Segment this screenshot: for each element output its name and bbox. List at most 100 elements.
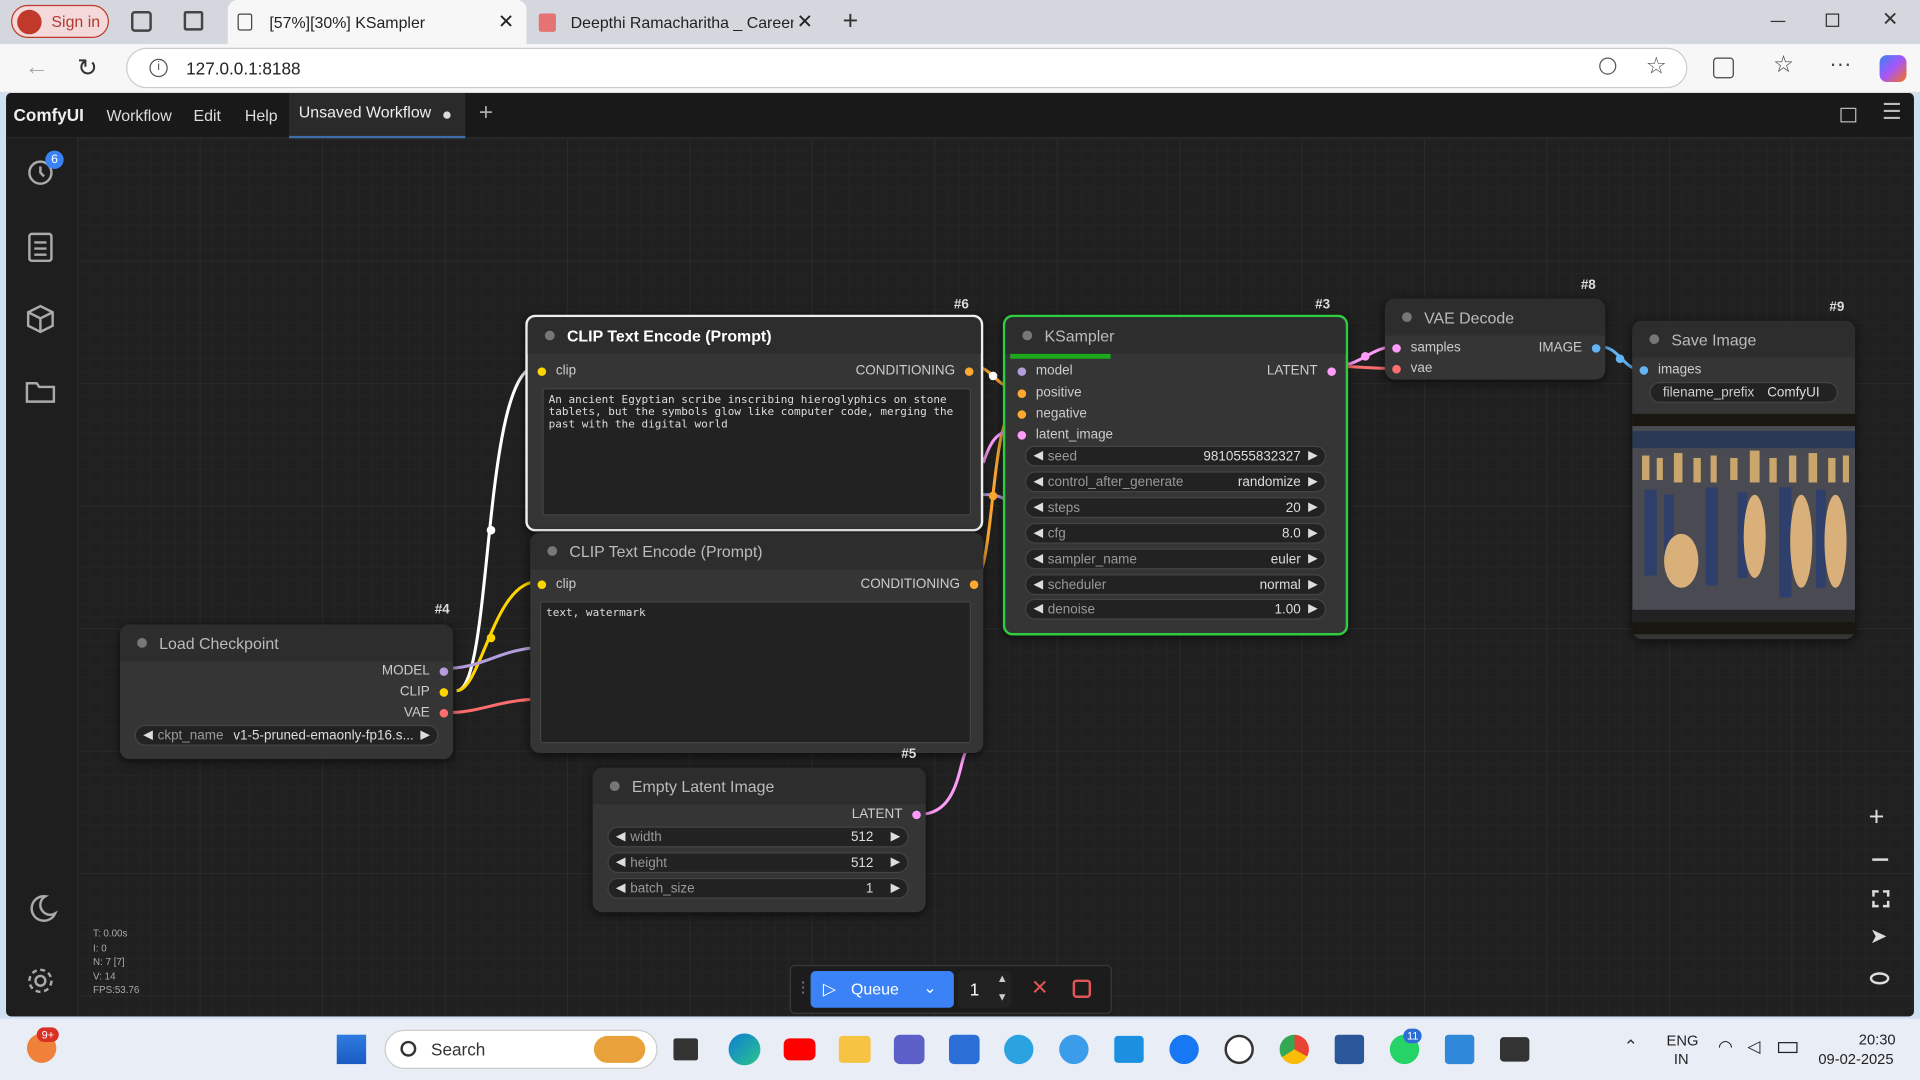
positive-input-dot[interactable] <box>1017 388 1027 398</box>
node-ksampler[interactable]: KSampler model positive negative latent_… <box>1002 314 1349 636</box>
decrement-icon[interactable]: ◀ <box>143 729 152 742</box>
toggle-links-eye-icon[interactable] <box>1869 972 1890 985</box>
decrement-icon[interactable]: ◀ <box>1033 527 1042 540</box>
menu-edit[interactable]: Edit <box>193 107 220 125</box>
collapse-dot-icon[interactable] <box>1402 312 1412 323</box>
stepper-up-icon[interactable]: ▲ <box>997 972 1008 984</box>
copilot-taskbar-icon[interactable] <box>1059 1034 1089 1065</box>
decrement-icon[interactable]: ◀ <box>616 882 625 895</box>
queue-history-icon[interactable]: 6 <box>23 150 64 191</box>
widget-batch-size[interactable]: ◀ batch_size 1 ▶ <box>607 877 909 899</box>
model-library-icon[interactable] <box>23 301 60 338</box>
search-box[interactable]: Search <box>384 1029 658 1069</box>
wifi-icon[interactable]: ◠ <box>1718 1036 1733 1057</box>
widget-cfg[interactable]: ◀ cfg 8.0 ▶ <box>1024 522 1327 544</box>
widget-ckpt-name[interactable]: ◀ ckpt_name v1-5-pruned-emaonly-fp16.s... ▶ <box>134 724 439 746</box>
favorites-icon[interactable]: ☆ <box>1773 51 1794 79</box>
queue-dropdown-icon[interactable]: ⌄ <box>923 978 936 998</box>
decrement-icon[interactable]: ◀ <box>1033 501 1042 514</box>
select-mode-icon[interactable]: ➤ <box>1870 924 1887 948</box>
decrement-icon[interactable]: ◀ <box>1033 602 1042 615</box>
latent-output-dot[interactable] <box>1327 366 1336 376</box>
tab-actions-icon[interactable] <box>183 11 204 31</box>
taskview-icon[interactable] <box>673 1038 698 1061</box>
stepper-down-icon[interactable]: ▼ <box>997 991 1008 1003</box>
node-vae-decode[interactable]: VAE Decode samples vae IMAGE <box>1384 298 1606 380</box>
close-tab-icon[interactable]: ✕ <box>498 10 514 34</box>
decrement-icon[interactable]: ◀ <box>616 856 625 869</box>
photos-icon[interactable] <box>1444 1034 1475 1065</box>
zoom-out-icon[interactable] <box>1872 858 1889 861</box>
increment-icon[interactable]: ▶ <box>1308 527 1317 540</box>
hamburger-icon[interactable]: ☰ <box>1882 99 1902 125</box>
samples-input-dot[interactable] <box>1392 343 1401 353</box>
model-output-dot[interactable] <box>439 666 449 676</box>
increment-icon[interactable]: ▶ <box>891 830 900 843</box>
workspaces-icon[interactable] <box>131 11 152 32</box>
extensions-icon[interactable] <box>1713 57 1734 79</box>
prompt-textarea[interactable]: An ancient Egyptian scribe inscribing hi… <box>542 388 972 516</box>
myhp-icon[interactable] <box>1114 1035 1144 1063</box>
tab-active[interactable]: [57%][30%] KSampler ✕ <box>227 0 527 45</box>
add-workflow-icon[interactable]: + <box>479 99 493 127</box>
tab-other[interactable]: Deepthi Ramacharitha _ Career Ap ✕ <box>534 0 823 44</box>
word-icon[interactable] <box>1334 1034 1365 1065</box>
tray-chevron-icon[interactable]: ⌃ <box>1624 1036 1638 1057</box>
negative-prompt-textarea[interactable]: text, watermark <box>540 601 972 744</box>
images-input-dot[interactable] <box>1639 365 1649 375</box>
vae-output-dot[interactable] <box>439 708 449 717</box>
theme-moon-icon[interactable] <box>23 890 60 927</box>
collapse-dot-icon[interactable] <box>1649 334 1660 345</box>
increment-icon[interactable]: ▶ <box>1308 449 1317 462</box>
favorite-star-icon[interactable]: ☆ <box>1646 53 1667 81</box>
volume-icon[interactable]: ◁ <box>1747 1036 1760 1057</box>
lang-in[interactable]: IN <box>1674 1051 1689 1068</box>
stop-icon[interactable] <box>1072 979 1092 998</box>
signin-button[interactable]: Sign in <box>11 4 109 38</box>
teams-icon[interactable] <box>893 1034 925 1065</box>
minimize-icon[interactable] <box>1770 20 1786 23</box>
widget-sampler-name[interactable]: ◀ sampler_name euler ▶ <box>1024 548 1327 570</box>
model-input-dot[interactable] <box>1017 366 1027 376</box>
increment-icon[interactable]: ▶ <box>891 882 900 895</box>
settings-gear-icon[interactable] <box>23 962 60 999</box>
decrement-icon[interactable]: ◀ <box>1033 449 1042 462</box>
widget-seed[interactable]: ◀ seed 9810555832327 ▶ <box>1024 445 1327 467</box>
menu-workflow[interactable]: Workflow <box>107 107 172 125</box>
new-tab-icon[interactable]: + <box>842 5 858 37</box>
latent-input-dot[interactable] <box>1017 430 1027 439</box>
url-field[interactable]: i 127.0.0.1:8188 ☆ <box>126 47 1688 89</box>
image-output-dot[interactable] <box>1591 343 1601 353</box>
decrement-icon[interactable]: ◀ <box>1033 578 1042 591</box>
facebook-icon[interactable] <box>1169 1034 1199 1065</box>
node-clip-text-negative[interactable]: CLIP Text Encode (Prompt) clip CONDITION… <box>530 532 984 754</box>
batch-count-input[interactable]: 1 ▲ ▼ <box>957 971 1012 1008</box>
store-icon[interactable] <box>948 1034 980 1065</box>
info-icon[interactable]: i <box>149 58 168 78</box>
increment-icon[interactable]: ▶ <box>1308 602 1317 615</box>
menu-help[interactable]: Help <box>245 107 278 125</box>
increment-icon[interactable]: ▶ <box>891 856 900 869</box>
decrement-icon[interactable]: ◀ <box>616 830 625 843</box>
widget-height[interactable]: ◀ height 512 ▶ <box>607 852 909 874</box>
clip-output-dot[interactable] <box>439 687 449 697</box>
close-window-icon[interactable]: ✕ <box>1882 7 1898 31</box>
increment-icon[interactable]: ▶ <box>420 729 429 742</box>
clip-input-dot[interactable] <box>537 579 547 589</box>
fit-view-icon[interactable] <box>1872 890 1890 908</box>
node-empty-latent-image[interactable]: Empty Latent Image LATENT ◀ width 512 ▶ ◀ he… <box>592 767 926 913</box>
negative-input-dot[interactable] <box>1017 409 1027 419</box>
decrement-icon[interactable]: ◀ <box>1033 475 1042 488</box>
workflows-folder-icon[interactable] <box>23 373 60 410</box>
zoom-icon[interactable] <box>1599 57 1617 75</box>
battery-icon[interactable] <box>1777 1042 1798 1054</box>
collapse-dot-icon[interactable] <box>544 330 555 341</box>
close-tab-icon[interactable]: ✕ <box>797 10 813 34</box>
widget-filename-prefix[interactable]: filename_prefix ComfyUI <box>1649 382 1838 403</box>
increment-icon[interactable]: ▶ <box>1308 501 1317 514</box>
start-windows-icon[interactable] <box>336 1034 367 1065</box>
queue-button[interactable]: ▷ Queue ⌄ <box>810 971 954 1008</box>
youtube-icon[interactable] <box>783 1038 816 1061</box>
widget-control-after-generate[interactable]: ◀ control_after_generate randomize ▶ <box>1024 471 1327 493</box>
bottom-panel-icon[interactable] <box>1840 107 1857 123</box>
